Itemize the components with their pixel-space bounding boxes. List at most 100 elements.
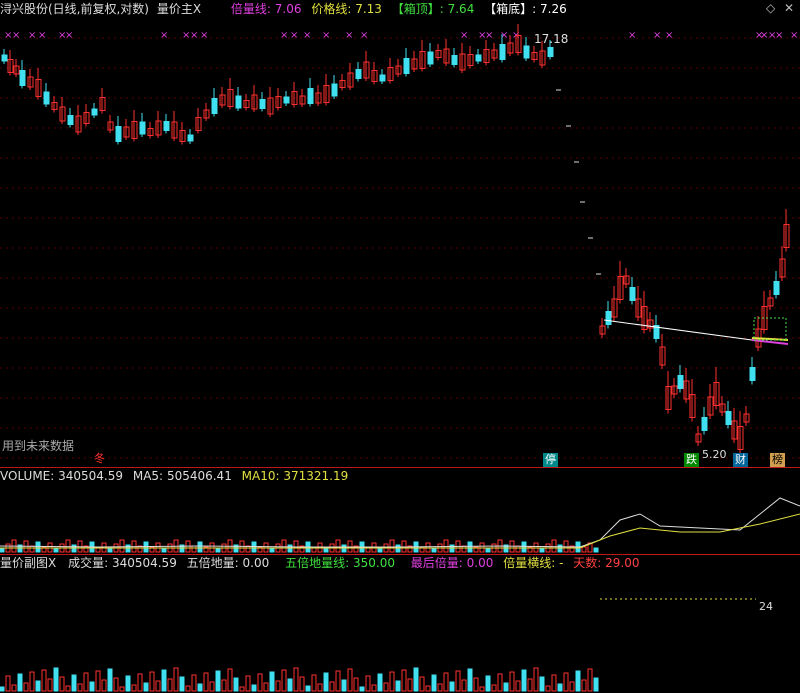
sub-volume-bar <box>371 684 377 692</box>
sub-volume-bar <box>29 671 35 692</box>
x-mark: × <box>665 30 673 41</box>
sub-volume-bar <box>275 680 281 692</box>
candle-body <box>451 55 458 65</box>
days-label: 24 <box>759 600 773 613</box>
volume-chart[interactable] <box>0 484 800 554</box>
day-count: 天数: 29.00 <box>573 556 640 570</box>
close-icon[interactable]: ✕ <box>784 1 794 15</box>
sub-volume-bar <box>425 685 431 692</box>
sub-volume-bar <box>509 671 515 692</box>
candle-body <box>725 411 732 425</box>
volume-bar <box>461 545 467 553</box>
volume-value: VOLUME: 340504.59 <box>0 469 124 483</box>
x-mark: × <box>500 30 508 41</box>
sub-volume-bar <box>467 668 473 692</box>
volume-bar <box>593 547 599 553</box>
candle-body <box>283 96 290 104</box>
sub-volume-bar <box>107 668 113 692</box>
badge-finance[interactable]: 财 <box>733 453 748 467</box>
volume-bar <box>65 539 71 553</box>
indicator-name[interactable]: 量价主X <box>157 2 201 16</box>
candle-body <box>547 47 554 57</box>
sub-volume-bar <box>149 671 155 692</box>
sub-volume-bar <box>155 680 161 692</box>
sub-volume-bar <box>131 684 137 692</box>
candle-body <box>187 134 194 142</box>
candle-body <box>677 375 684 389</box>
volume-bar <box>467 541 473 553</box>
sub-volume-bar <box>569 681 575 692</box>
sub-volume-bar <box>197 683 203 692</box>
sub-volume-bar <box>479 686 485 692</box>
sub-volume-bar <box>287 678 293 692</box>
sub-header: 量价副图X 成交量: 340504.59 五倍地量: 0.00 五倍地量线: 3… <box>0 555 646 571</box>
sub-volume-bar <box>89 681 95 692</box>
sub-volume-bar <box>215 670 221 692</box>
x-mark: × <box>485 30 493 41</box>
sub-volume-bar <box>191 674 197 692</box>
volume-bar <box>323 547 329 553</box>
volume-bar <box>431 547 437 553</box>
sub-volume-bar <box>533 667 539 692</box>
sub-volume-bar <box>83 672 89 692</box>
sub-volume-bar <box>581 679 587 692</box>
candle-body <box>235 95 242 109</box>
x-mark: × <box>345 30 353 41</box>
candle-body <box>307 88 314 104</box>
sub-volume-bar <box>503 682 509 692</box>
volume-bar <box>377 547 383 553</box>
volume-bar <box>335 539 341 553</box>
x-mark: × <box>200 30 208 41</box>
candle-body <box>331 83 338 97</box>
candle-body <box>19 70 26 86</box>
restore-icon[interactable]: ◇ <box>766 1 775 15</box>
sub-title[interactable]: 量价副图X <box>0 556 56 570</box>
sub-volume-chart[interactable] <box>0 571 800 693</box>
sub-volume-bar <box>473 677 479 692</box>
chart-header: 浔兴股份(日线,前复权,对数) 量价主X 倍量线: 7.06 价格线: 7.13… <box>0 1 573 17</box>
sub-volume-bar <box>65 685 71 692</box>
sub-volume-bar <box>299 676 305 692</box>
candle-body <box>91 108 98 116</box>
price-chart[interactable]: × × × × ×× × × × × × × × × × × × ×× × × × × × ×× ×× × <box>0 18 800 467</box>
sub-volume-bar <box>71 674 77 692</box>
badge-ranking[interactable]: 榜 <box>770 453 785 467</box>
candle-body <box>749 367 756 381</box>
candle-body <box>67 115 74 125</box>
x-mark: × <box>12 30 20 41</box>
candle-body <box>499 44 506 60</box>
candle-body <box>43 91 50 105</box>
sub-volume-bar <box>353 677 359 692</box>
x-mark: × <box>653 30 661 41</box>
sub-volume-bar <box>461 679 467 692</box>
sub-volume-bar <box>443 672 449 692</box>
volume-bar <box>53 547 59 553</box>
volume-bar <box>389 539 395 553</box>
badge-halt[interactable]: 停 <box>543 453 558 467</box>
sub-volume-bar <box>281 669 287 692</box>
ma5-value: MA5: 505406.41 <box>132 469 232 483</box>
sub-volume-bar <box>227 668 233 692</box>
sub-volume-bar <box>137 673 143 692</box>
x-mark: × <box>322 30 330 41</box>
sub-volume-bar <box>143 682 149 692</box>
candle-body <box>427 51 434 65</box>
sub-volume-bar <box>311 674 317 692</box>
sub-volume-bar <box>455 670 461 692</box>
volume-bar <box>29 545 35 553</box>
badge-drop[interactable]: 跌 <box>684 453 699 467</box>
sub-volume-bar <box>593 677 599 692</box>
candle-body <box>355 69 362 79</box>
candle-body <box>523 45 530 59</box>
candle-body <box>475 54 482 62</box>
sub-volume-bar <box>173 667 179 692</box>
low-price-label: 5.20 <box>702 448 727 461</box>
volume-bar <box>347 540 353 553</box>
x-mark: × <box>65 30 73 41</box>
event-marker: 冬 <box>94 452 105 465</box>
sub-volume-bar <box>209 681 215 692</box>
sub-volume-bar <box>329 681 335 692</box>
x-mark: × <box>628 30 636 41</box>
sub-volume-bar <box>53 667 59 692</box>
price-line: 价格线: 7.13 <box>311 2 382 16</box>
